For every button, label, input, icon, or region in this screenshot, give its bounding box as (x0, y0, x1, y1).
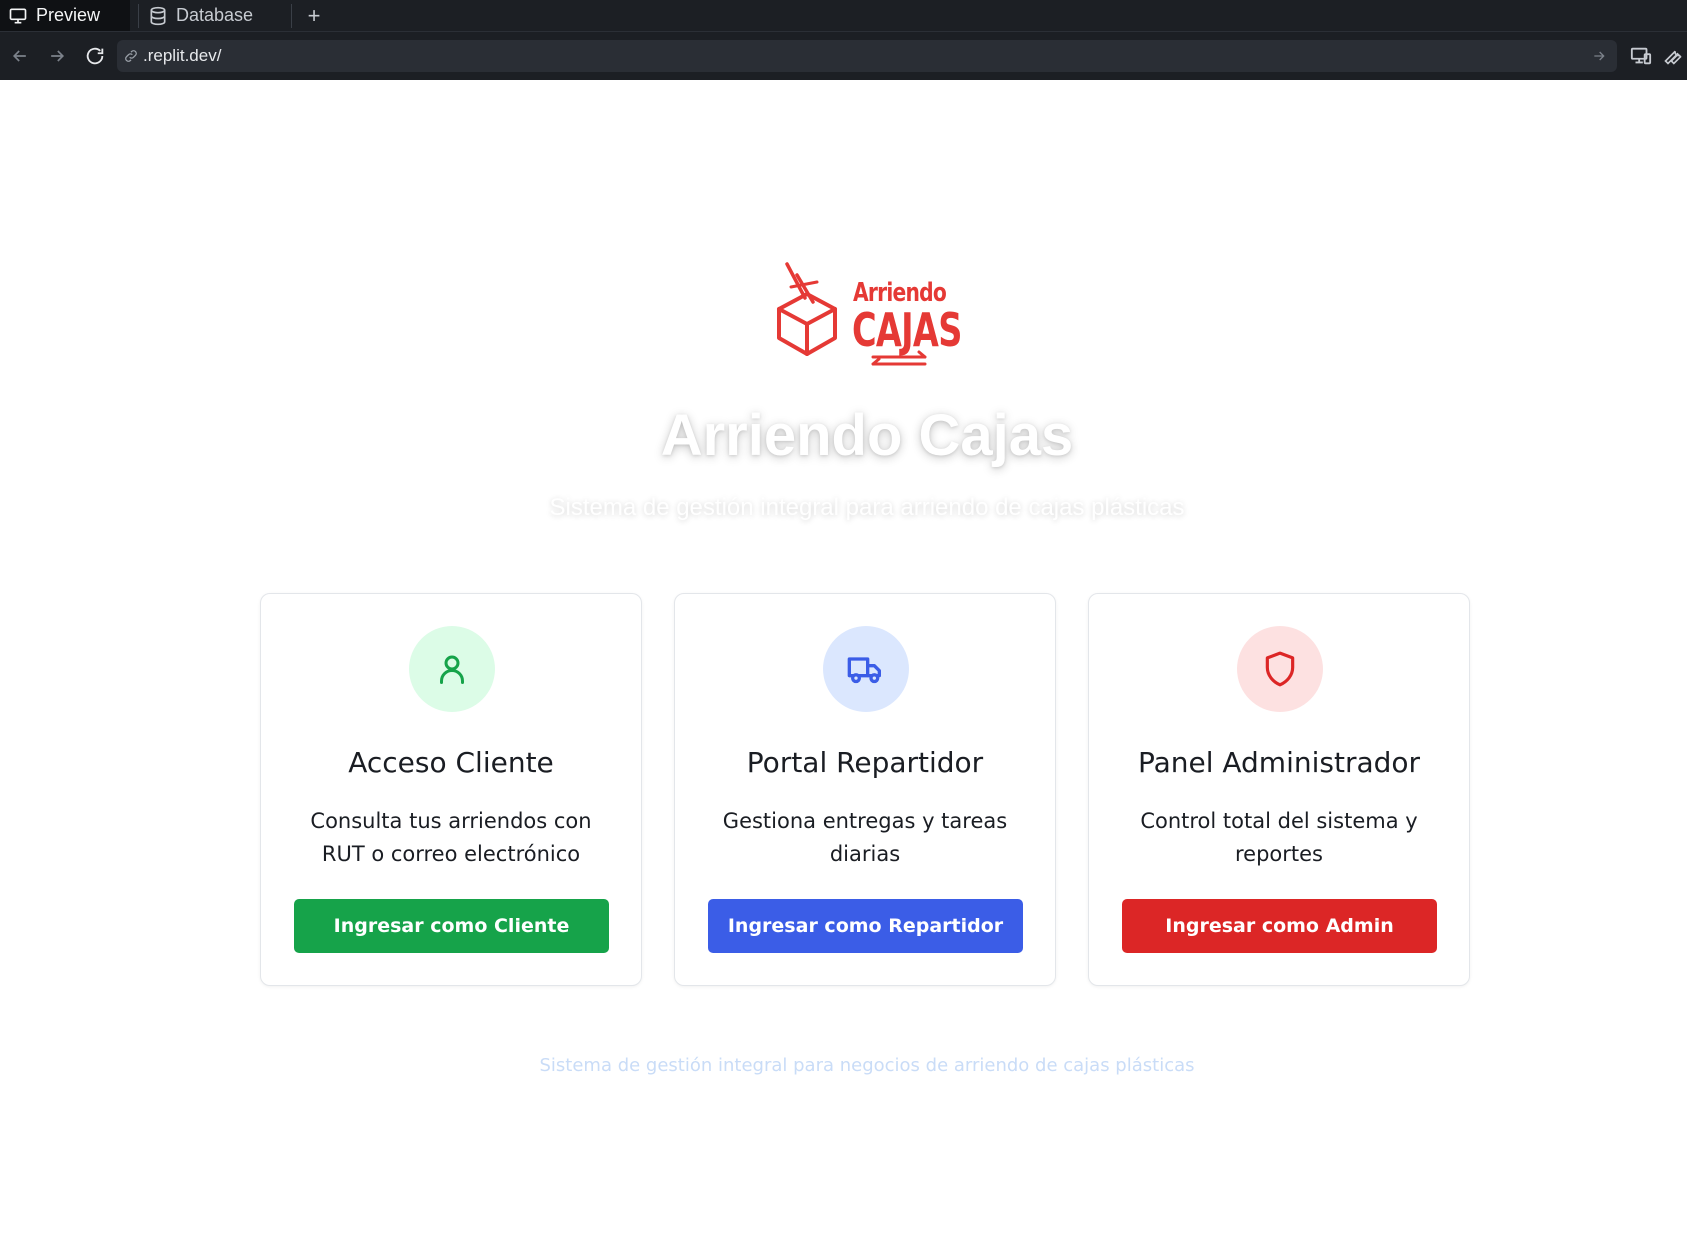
devices-icon (1630, 47, 1652, 65)
login-admin-button[interactable]: Ingresar como Admin (1122, 899, 1437, 953)
card-description: Control total del sistema y reportes (1140, 809, 1418, 866)
tab-database-label: Database (176, 5, 254, 25)
url-bar[interactable]: .replit.dev/ (117, 40, 1617, 72)
go-icon[interactable] (1591, 48, 1607, 69)
tab-preview[interactable]: Preview (0, 0, 130, 31)
card-client-access: Acceso Cliente Consulta tus arriendos co… (260, 593, 642, 986)
truck-icon (823, 626, 909, 712)
login-driver-button[interactable]: Ingresar como Repartidor (708, 899, 1023, 953)
browser-tab-bar: Preview Database + (0, 0, 1687, 32)
devices-button[interactable] (1628, 44, 1654, 68)
landing-page: Arriendo CAJAS Arriendo Cajas Sistema de… (0, 80, 1687, 1235)
link-icon (125, 50, 137, 62)
access-cards: Acceso Cliente Consulta tus arriendos co… (260, 593, 1470, 986)
monitor-icon (8, 6, 28, 26)
arrow-left-icon (12, 50, 26, 62)
card-title: Portal Repartidor (746, 746, 984, 779)
arriendo-cajas-logo: Arriendo CAJAS (775, 260, 962, 375)
hero-subtitle: Sistema de gestión integral para arriend… (549, 494, 1185, 521)
forward-button[interactable] (45, 44, 69, 68)
database-icon (148, 6, 168, 26)
hero-title: Arriendo Cajas (660, 403, 1074, 468)
reload-button[interactable] (83, 44, 107, 68)
devtools-button[interactable] (1660, 44, 1686, 68)
user-icon (409, 626, 495, 712)
card-description: Consulta tus arriendos con RUT o correo … (310, 809, 592, 866)
login-client-button[interactable]: Ingresar como Cliente (294, 899, 609, 953)
reload-icon (86, 47, 104, 65)
tab-divider (138, 4, 139, 28)
back-button[interactable] (8, 44, 32, 68)
card-admin-panel: Panel Administrador Control total del si… (1088, 593, 1470, 986)
logo-text-cajas: CAJAS (852, 303, 962, 357)
footer-text: Sistema de gestión integral para negocio… (539, 1055, 1195, 1076)
card-driver-portal: Portal Repartidor Gestiona entregas y ta… (674, 593, 1056, 986)
card-title: Panel Administrador (1137, 746, 1421, 779)
tab-preview-label: Preview (36, 5, 101, 25)
card-description: Gestiona entregas y tareas diarias (722, 809, 1008, 866)
tab-divider (291, 4, 292, 28)
arrow-right-icon (51, 50, 65, 62)
shield-icon (1237, 626, 1323, 712)
card-title: Acceso Cliente (348, 746, 554, 779)
add-tab-button[interactable]: + (303, 0, 325, 31)
browser-nav-bar: .replit.dev/ (0, 32, 1687, 80)
wrench-icon (1664, 50, 1682, 65)
tab-database[interactable]: Database (140, 0, 290, 31)
url-text: .replit.dev/ (143, 46, 222, 65)
